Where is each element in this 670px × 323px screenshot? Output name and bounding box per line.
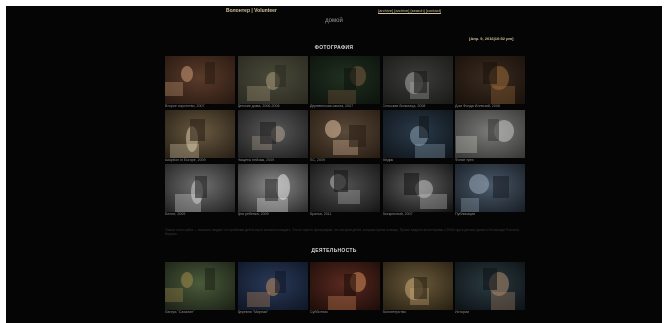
activity-caption[interactable]: Лагерь "Сахалин" — [165, 310, 235, 316]
photo-jump-thumb[interactable] — [382, 164, 453, 212]
photography-tile: Публикации — [455, 164, 525, 218]
activity-grid: Лагерь "Сахалин" Деревня "Мирная" Суббот… — [165, 262, 525, 316]
activity-volunteer-thumb[interactable] — [382, 262, 453, 310]
activity-stories-thumb[interactable] — [455, 262, 525, 310]
activity-caption[interactable]: Истории — [455, 310, 525, 316]
photography-tile: Братья, 2011 — [310, 164, 380, 218]
activity-caption[interactable]: Субботник — [310, 310, 380, 316]
photography-tile: Для ребенка, 2009 — [237, 164, 308, 218]
photography-heading: ФОТОГРАФИЯ — [314, 45, 354, 51]
photography-tile: Дом Фонда Иллюзий, 2008 — [455, 56, 525, 110]
photo-group-thumb[interactable] — [237, 56, 308, 104]
photo-graffiti-thumb[interactable] — [455, 110, 525, 158]
photography-caption[interactable]: Воскресный, 2007 — [383, 212, 453, 218]
photo-face-thumb[interactable] — [310, 110, 380, 158]
photography-tile: Детские дома, 2006-2008 — [237, 56, 308, 110]
activity-camp-thumb[interactable] — [165, 262, 235, 310]
photo-room-thumb[interactable] — [310, 56, 380, 104]
photography-tile: Сельская больница, 2008 — [382, 56, 453, 110]
photo-landscape-thumb[interactable] — [237, 110, 308, 158]
activity-tile: Волонтерство — [382, 262, 453, 316]
photography-tile: Нищеты пейзаж, 2009 — [237, 110, 308, 164]
top-nav-links[interactable]: [archive] [archive] [search] [contact] — [378, 8, 441, 13]
photography-caption[interactable]: Публикации — [455, 212, 525, 218]
home-link: домой — [6, 18, 662, 24]
activity-village-thumb[interactable] — [237, 262, 308, 310]
activity-tile: Лагерь "Сахалин" — [165, 262, 235, 316]
photography-tile: SC, 2009 — [310, 110, 380, 164]
photo-portrait-thumb[interactable] — [165, 56, 235, 104]
activity-caption[interactable]: Волонтерство — [383, 310, 453, 316]
activity-caption[interactable]: Деревня "Мирная" — [238, 310, 308, 316]
activity-tile: Истории — [455, 262, 525, 316]
activity-tile: Субботник — [310, 262, 380, 316]
page-frame: Волонтер | Volunteer [archive] [archive]… — [6, 6, 662, 323]
activity-tile: Деревня "Мирная" — [237, 262, 308, 316]
photography-caption[interactable]: Белое, 2009 — [165, 212, 235, 218]
photography-tile: Adoption in Europe, 2009 — [165, 110, 235, 164]
site-title[interactable]: Волонтер | Volunteer — [226, 8, 277, 14]
photography-tile: Второе сиротство, 2007 — [165, 56, 235, 110]
photography-caption[interactable]: Для ребенка, 2009 — [238, 212, 308, 218]
photo-children-thumb[interactable] — [165, 164, 235, 212]
photography-tile: Медик — [382, 110, 453, 164]
photography-tile: Деревенская школа, 2007 — [310, 56, 380, 110]
photo-bed-thumb[interactable] — [165, 110, 235, 158]
photography-grid: Второе сиротство, 2007 Детские дома, 200… — [165, 56, 525, 218]
photography-tile: Белое, 2009 — [165, 164, 235, 218]
photography-caption[interactable]: Братья, 2011 — [310, 212, 380, 218]
photography-tile: Воскресный, 2007 — [382, 164, 453, 218]
photo-boys-thumb[interactable] — [310, 164, 380, 212]
photography-tile: Фонат трех — [455, 110, 525, 164]
photo-interior-thumb[interactable] — [455, 56, 525, 104]
photo-publication-thumb[interactable] — [455, 164, 525, 212]
photo-window-thumb[interactable] — [382, 56, 453, 104]
post-date[interactable]: [Апр. 9, 2016|10:52 pm] — [469, 36, 513, 41]
photo-medic-thumb[interactable] — [382, 110, 453, 158]
photo-sleep-thumb[interactable] — [237, 164, 308, 212]
activity-heading: ДЕЯТЕЛЬНОСТЬ — [311, 248, 357, 254]
photography-description: Смысл этого сайта — показать людям, что … — [165, 228, 520, 237]
home-link-text[interactable]: домой — [325, 18, 343, 24]
activity-cleanup-thumb[interactable] — [310, 262, 380, 310]
